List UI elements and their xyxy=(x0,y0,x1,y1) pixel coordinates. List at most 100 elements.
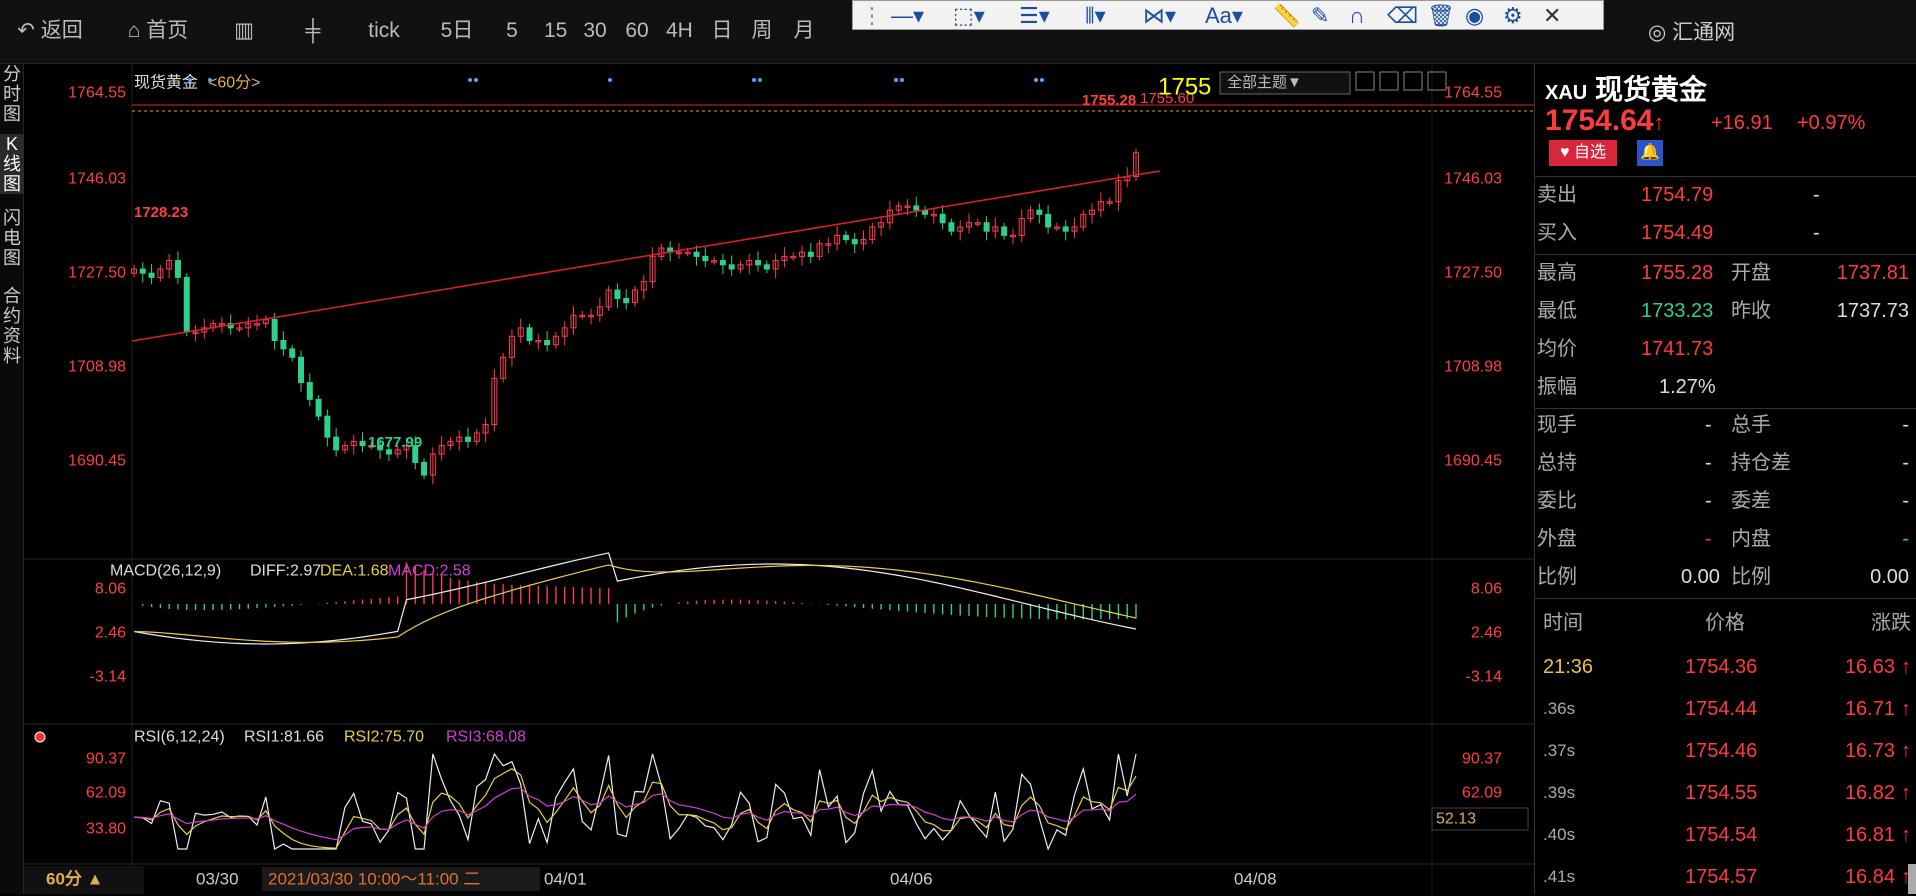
tick-time: .36s xyxy=(1543,699,1576,718)
drawing-toolbar: ⋮ —▾ ⬚▾ ☰▾ ⦀▾ ⋈▾ Aa▾ 📏 ✎ ∩ ⌫ 🗑 ◉ ⚙ ✕ xyxy=(852,0,1604,30)
period-5day[interactable]: 5日 xyxy=(440,16,474,46)
ruler-icon[interactable]: 📏 xyxy=(1273,4,1300,28)
col-change: 涨跌 xyxy=(1871,612,1911,634)
event-marker xyxy=(468,78,472,82)
period-5[interactable]: 5 xyxy=(502,16,522,46)
swing-high-label: 1728.23 xyxy=(134,204,188,221)
chart-play-icon[interactable] xyxy=(1403,71,1423,91)
crosshair-time: 2021/03/30 10:00～11:00 二 xyxy=(268,869,480,888)
shape-tool-icon[interactable]: ⬚▾ xyxy=(953,4,985,28)
candle xyxy=(544,339,551,346)
outer-value: - xyxy=(1705,528,1712,550)
tab-contract-info[interactable]: 合 约 资 料 xyxy=(0,286,24,366)
candle xyxy=(359,440,366,447)
brand-label: 汇通网 xyxy=(1672,21,1736,44)
event-marker xyxy=(1040,78,1044,82)
candle xyxy=(755,260,762,266)
trendline[interactable] xyxy=(131,170,1161,342)
kline-chart[interactable]: 现货黄金 <60分> 全部主题▼ 1764.55 1746.03 1727.50… xyxy=(24,64,1534,894)
bell-icon[interactable]: 🔔 xyxy=(1637,140,1663,166)
tab-time-chart[interactable]: 分 时 图 xyxy=(0,64,24,124)
watchlist-button[interactable]: ♥ 自选 xyxy=(1549,140,1617,166)
ratio-value: 0.00 xyxy=(1681,566,1720,588)
chart-zoom-icon[interactable] xyxy=(1355,71,1375,91)
period-15[interactable]: 15 xyxy=(544,16,567,46)
line-tool-icon[interactable]: —▾ xyxy=(891,4,924,28)
watchlist-label: 自选 xyxy=(1573,144,1606,161)
open-label: 开盘 xyxy=(1731,262,1771,284)
eye-icon[interactable]: ◉ xyxy=(1465,4,1484,28)
time-tick: 04/01 xyxy=(544,869,587,888)
pattern-tool-icon[interactable]: ⋈▾ xyxy=(1143,4,1176,28)
period-60[interactable]: 60 xyxy=(624,16,650,46)
back-button[interactable]: ↶ 返回 xyxy=(14,16,86,46)
brand-icon: ◎ xyxy=(1648,21,1667,44)
candle xyxy=(1045,213,1052,228)
record-dot-icon[interactable] xyxy=(34,731,46,743)
rsi-tick-left: 62.09 xyxy=(86,785,126,802)
candle xyxy=(148,272,155,278)
candle xyxy=(174,260,181,278)
scrollbar[interactable] xyxy=(1908,864,1916,894)
event-marker xyxy=(894,78,898,82)
low-value: 1733.23 xyxy=(1641,300,1714,322)
candle xyxy=(1036,209,1043,215)
bar-chart-icon[interactable]: ▥ xyxy=(228,16,260,46)
event-marker xyxy=(474,78,478,82)
ratio-value-2: 0.00 xyxy=(1870,566,1909,588)
trash-icon[interactable]: 🗑 xyxy=(1427,4,1455,28)
period-day[interactable]: 日 xyxy=(710,16,734,46)
pen-icon[interactable]: ✎ xyxy=(1311,4,1329,28)
event-marker xyxy=(208,78,212,82)
tick-table-header: 时间 价格 涨跌 xyxy=(1535,604,1916,642)
tab-kline-chart[interactable]: K 线 图 xyxy=(0,134,24,194)
price-axis: 1764.55 1746.03 1727.50 1708.98 1690.45 … xyxy=(68,85,1502,470)
candle xyxy=(851,239,858,245)
candle xyxy=(728,264,735,270)
candle xyxy=(1062,226,1069,232)
macd-diff: DIFF:2.97 xyxy=(250,563,321,580)
channel-tool-icon[interactable]: ☰▾ xyxy=(1019,4,1050,28)
up-arrow-icon: ↑ xyxy=(1901,824,1911,846)
tab-flash-chart[interactable]: 闪 电 图 xyxy=(0,208,24,268)
period-4h[interactable]: 4H xyxy=(666,16,693,46)
period-month[interactable]: 月 xyxy=(792,16,816,46)
period-30[interactable]: 30 xyxy=(582,16,608,46)
tick-change: 16.82 xyxy=(1844,782,1895,804)
home-button[interactable]: ⌂ 首页 xyxy=(120,16,196,46)
tick-price: 1754.36 xyxy=(1685,656,1758,678)
oi-label: 总持 xyxy=(1537,452,1577,474)
magnet-icon[interactable]: ∩ xyxy=(1349,4,1365,28)
period-week[interactable]: 周 xyxy=(750,16,774,46)
time-tick: 04/06 xyxy=(890,869,933,888)
col-price: 价格 xyxy=(1705,612,1745,634)
chart-grid-icon[interactable] xyxy=(1379,71,1399,91)
text-tool-icon[interactable]: Aa▾ xyxy=(1205,4,1243,28)
rsi-tick-left: 33.80 xyxy=(86,821,126,838)
candle xyxy=(983,222,990,232)
home-icon: ⌂ xyxy=(127,19,141,42)
rsi-name: RSI(6,12,24) xyxy=(134,729,225,746)
avg-label: 均价 xyxy=(1537,338,1577,360)
back-arrow-icon: ↶ xyxy=(17,19,35,42)
settings-icon[interactable]: ⚙ xyxy=(1503,4,1523,28)
macd-tick-left: 8.06 xyxy=(95,581,126,598)
high-value: 1755.28 xyxy=(1641,262,1714,284)
tick-button[interactable]: tick xyxy=(362,16,406,46)
high-label: 最高 xyxy=(1537,262,1577,284)
price-tick-left: 1727.50 xyxy=(68,265,126,282)
candle xyxy=(939,213,946,224)
candle xyxy=(693,251,700,257)
order-ratio-value: - xyxy=(1705,490,1712,512)
tick-time: .39s xyxy=(1543,783,1576,802)
drag-handle-icon[interactable]: ⋮ xyxy=(861,4,883,28)
macd-tick-right: 8.06 xyxy=(1471,581,1502,598)
eraser-icon[interactable]: ⌫ xyxy=(1387,4,1418,28)
fib-tool-icon[interactable]: ⦀▾ xyxy=(1085,4,1106,28)
home-label: 首页 xyxy=(146,19,189,42)
event-marker xyxy=(900,78,904,82)
candle-chart-icon[interactable]: ╪ xyxy=(296,16,330,46)
heart-icon: ♥ xyxy=(1560,144,1570,161)
close-icon[interactable]: ✕ xyxy=(1543,4,1561,28)
candle xyxy=(280,339,287,350)
